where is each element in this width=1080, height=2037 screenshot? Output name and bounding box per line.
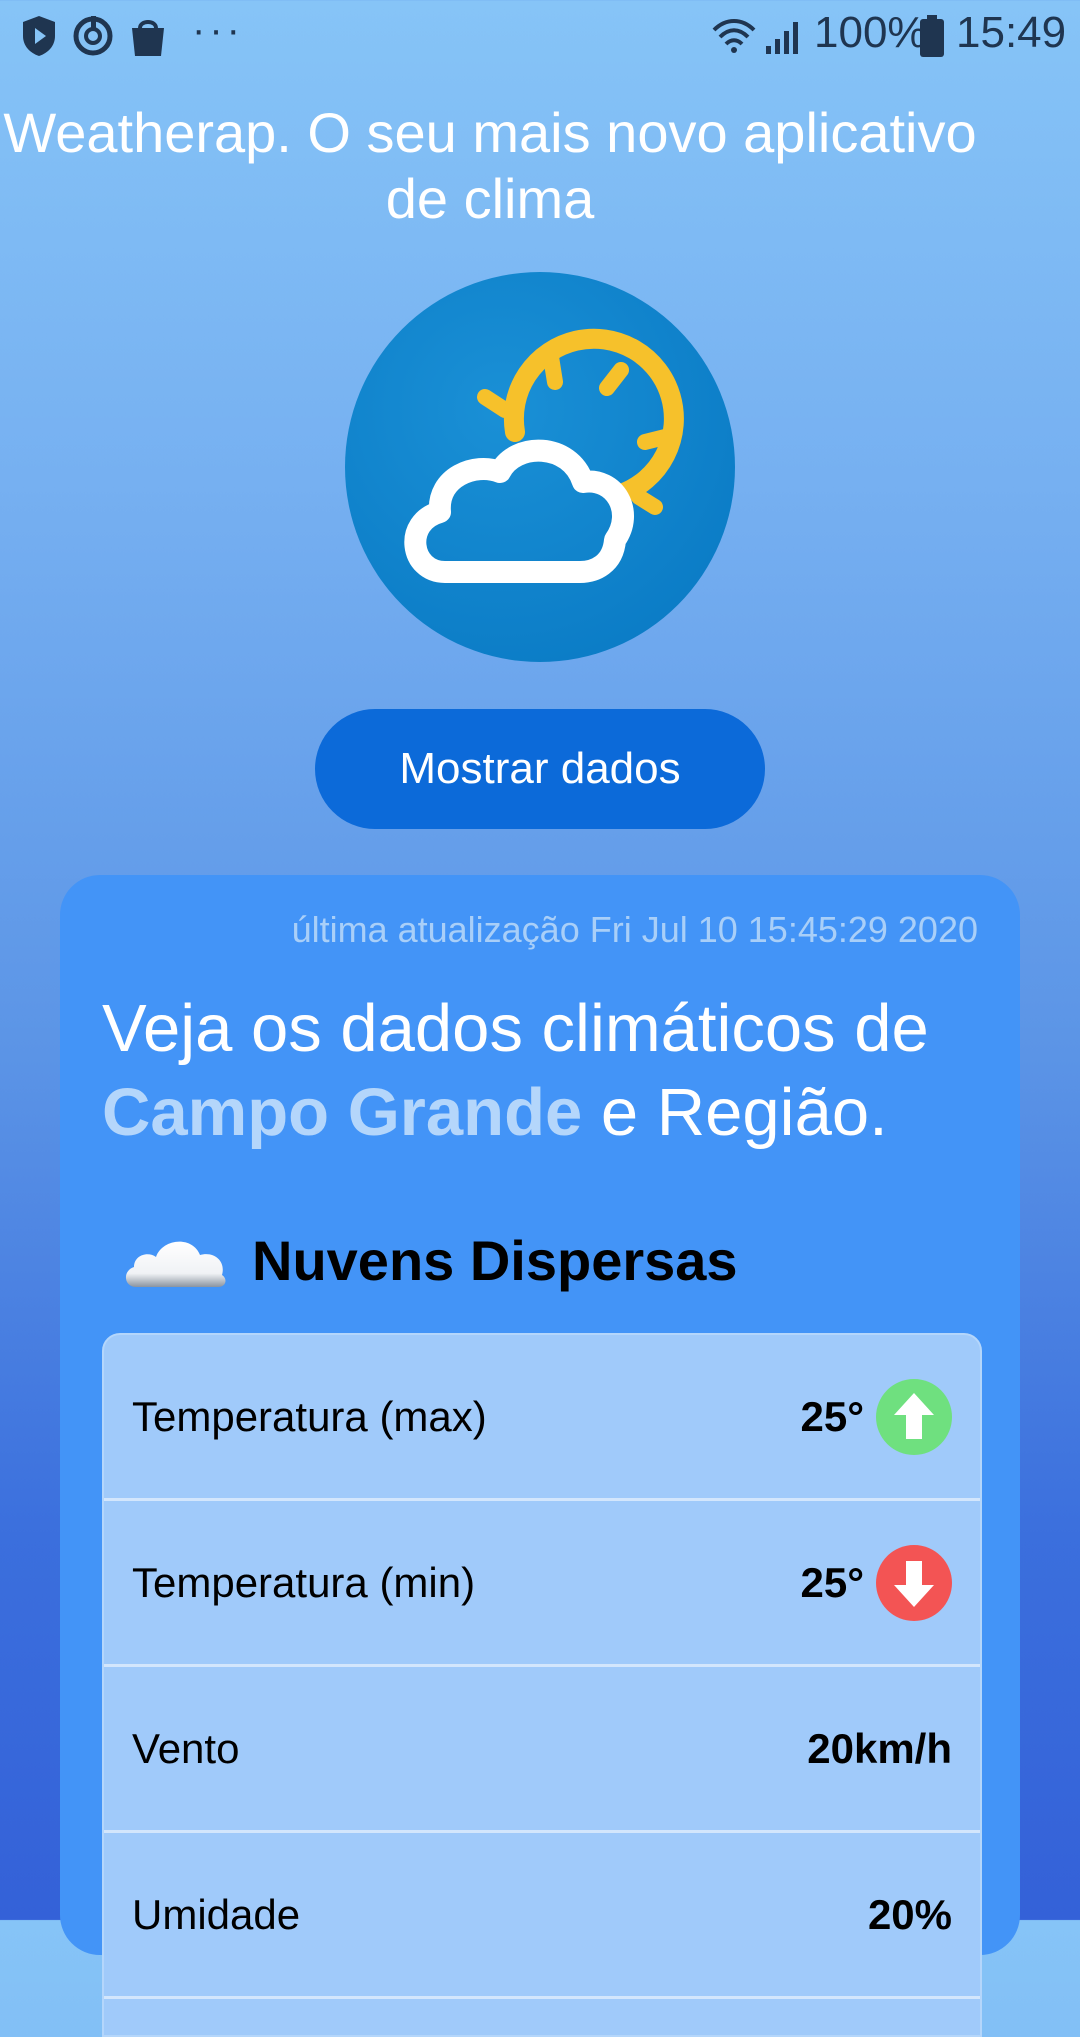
clock: 15:49 <box>956 8 1067 57</box>
signal-icon <box>766 22 798 54</box>
title-suffix: e Região. <box>600 1075 888 1150</box>
row-label: Temperatura (max) <box>132 1392 487 1440</box>
row-value: 20km/h <box>807 1724 952 1772</box>
title-prefix: Veja os dados climáticos de <box>102 991 929 1066</box>
weather-condition: Nuvens Dispersas <box>122 1210 738 1310</box>
partly-cloudy-icon <box>345 272 735 662</box>
last-updated-prefix: última atualização <box>291 909 580 950</box>
battery-icon <box>920 15 944 57</box>
last-updated-value: Fri Jul 10 15:45:29 2020 <box>589 909 978 950</box>
row-label: Vento <box>132 1724 240 1772</box>
status-bar: ··· 100% 15:49 <box>0 0 1080 72</box>
arrow-up-icon <box>876 1378 952 1455</box>
arrow-down-icon <box>876 1544 952 1621</box>
shield-play-icon <box>23 16 55 56</box>
table-row: Vento 20km/h <box>104 1667 980 1833</box>
table-row: Temperatura (min) 25° <box>104 1501 980 1667</box>
row-value: 25° <box>800 1558 864 1606</box>
city-name: Campo Grande <box>102 1075 583 1150</box>
weather-details-table: Temperatura (max) 25° Temperatura (min) … <box>102 1333 982 2037</box>
cloud-icon <box>125 1241 226 1287</box>
table-row: Umidade 20% <box>104 1833 980 1999</box>
shopping-bag-icon <box>132 20 164 56</box>
show-data-button[interactable]: Mostrar dados <box>315 709 765 829</box>
condition-label: Nuvens Dispersas <box>252 1228 738 1292</box>
row-value: 20% <box>867 1890 952 1938</box>
sync-icon <box>73 16 113 56</box>
wifi-icon <box>712 19 756 53</box>
battery-percent: 100% <box>814 8 927 57</box>
row-label: Temperatura (min) <box>132 1558 476 1606</box>
card-title: Veja os dados climáticos de Campo Grande… <box>102 987 1002 1155</box>
row-label: Umidade <box>132 1890 301 1938</box>
table-row: Temperatura (max) 25° <box>104 1335 980 1501</box>
last-updated: última atualização Fri Jul 10 15:45:29 20… <box>282 909 978 951</box>
weather-card: última atualização Fri Jul 10 15:45:29 20… <box>60 875 1020 2037</box>
row-value: 25° <box>800 1392 864 1440</box>
more-dots-icon: ··· <box>192 8 244 52</box>
app-headline: Weatherap. O seu mais novo aplicativo de… <box>3 101 977 230</box>
